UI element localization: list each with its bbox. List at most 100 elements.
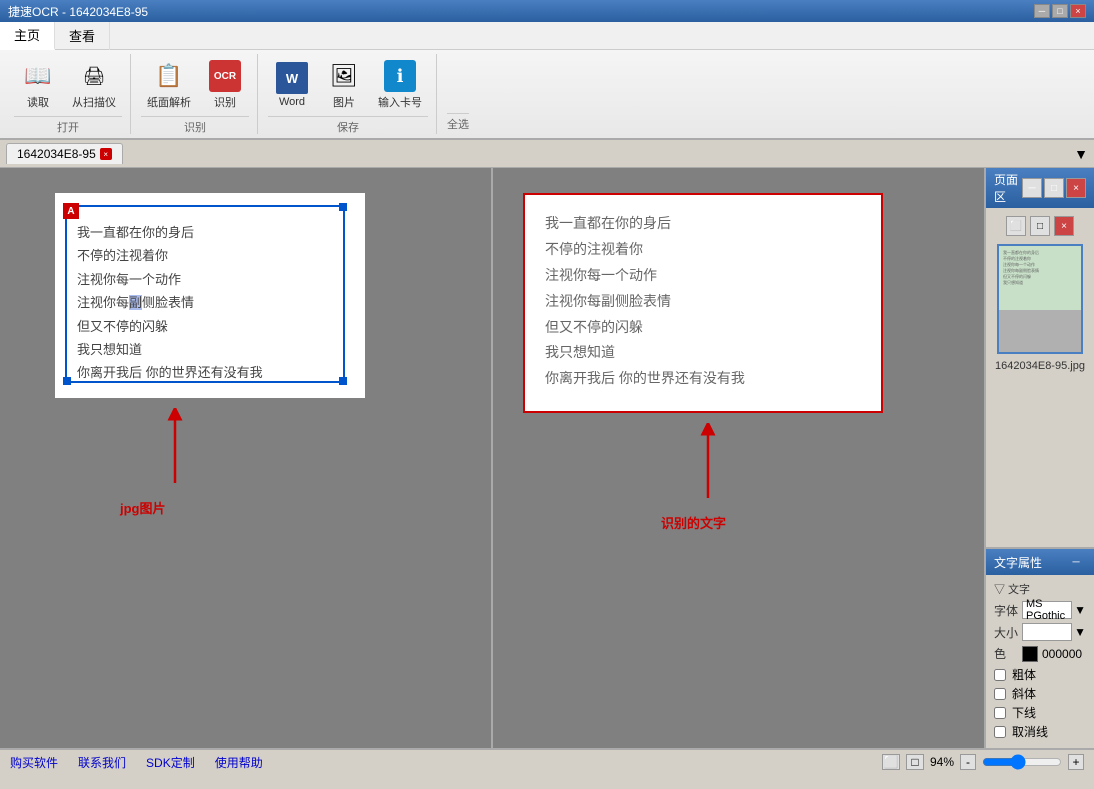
side-panel: 页面区 ─ □ × ⬜ □ × 我一直都在你的身后 <box>984 168 1094 748</box>
card-icon: ℹ <box>384 60 416 92</box>
page-thumbnail[interactable]: 我一直都在你的身后 不停的注视着你 注视你每一个动作 注视你每副侧脸表情 但又不… <box>997 244 1083 354</box>
strikethrough-label: 取消线 <box>1012 723 1048 740</box>
image-button[interactable]: 🖼 图片 <box>320 56 368 114</box>
ocr-icon: OCR <box>209 60 241 92</box>
strikethrough-checkbox[interactable] <box>994 726 1006 738</box>
scan-button[interactable]: 🖨 从扫描仪 <box>66 56 122 114</box>
toolbar-group-selectall: 全选 <box>439 54 477 134</box>
page-tool-2[interactable]: □ <box>1030 216 1050 236</box>
status-bar: 购买软件 联系我们 SDK定制 使用帮助 ⬜ □ 94% - + <box>0 748 1094 774</box>
title-bar: 捷速OCR - 1642034E8-95 ─ □ × <box>0 0 1094 22</box>
page-area-title: 页面区 <box>994 171 1022 205</box>
page-area-header: 页面区 ─ □ × <box>986 168 1094 208</box>
strikethrough-row: 取消线 <box>994 723 1086 740</box>
text-attr-minimize[interactable]: ─ <box>1066 552 1086 572</box>
menu-bar: 主页 查看 <box>0 22 1094 50</box>
color-value: 000000 <box>1042 647 1082 661</box>
color-row: 色 000000 <box>994 645 1086 662</box>
text-attr-panel: 文字属性 ─ ▽ 文字 字体 MS PGothic ▼ 大小 ▼ <box>986 547 1094 748</box>
page-area-minimize[interactable]: ─ <box>1022 178 1042 198</box>
ocr-button[interactable]: OCR 识别 <box>201 56 249 114</box>
color-swatch[interactable] <box>1022 646 1038 662</box>
size-row: 大小 ▼ <box>994 623 1086 641</box>
underline-label: 下线 <box>1012 704 1036 721</box>
toolbar: 📖 读取 🖨 从扫描仪 打开 📋 纸面解析 OCR 识别 识别 <box>0 50 1094 140</box>
bold-row: 粗体 <box>994 666 1086 683</box>
menu-tab-home[interactable]: 主页 <box>0 22 55 50</box>
window-controls: ─ □ × <box>1034 4 1086 18</box>
underline-checkbox[interactable] <box>994 707 1006 719</box>
tab-name: 1642034E8-95 <box>17 147 96 161</box>
page-area: 页面区 ─ □ × ⬜ □ × 我一直都在你的身后 <box>986 168 1094 547</box>
image-text: 我一直都在你的身后 不停的注视着你 注视你每一个动作 注视你每副侧脸表情 但又不… <box>77 221 263 385</box>
open-group-label: 打开 <box>14 116 122 135</box>
close-button[interactable]: × <box>1070 4 1086 18</box>
zoom-minus-button[interactable]: - <box>960 754 976 770</box>
toolbar-group-open: 📖 读取 🖨 从扫描仪 打开 <box>6 54 131 134</box>
word-button[interactable]: W Word <box>268 58 316 112</box>
size-dropdown-arrow[interactable]: ▼ <box>1074 625 1086 639</box>
read-icon: 📖 <box>22 60 54 92</box>
document-tab[interactable]: 1642034E8-95 × <box>6 143 123 164</box>
image-canvas: A 我一直都在你的身后 不停的注视着你 注视你每一个动作 注视你每副侧脸表情 但… <box>55 193 365 398</box>
thumbnail-label: 1642034E8-95.jpg <box>995 360 1085 372</box>
layout-icon: 📋 <box>153 60 185 92</box>
card-button[interactable]: ℹ 输入卡号 <box>372 56 428 114</box>
save-buttons: W Word 🖼 图片 ℹ 输入卡号 <box>268 56 428 114</box>
page-area-toolbar: ⬜ □ × <box>1006 216 1074 236</box>
italic-row: 斜体 <box>994 685 1086 702</box>
page-area-restore[interactable]: □ <box>1044 178 1064 198</box>
help-link[interactable]: 使用帮助 <box>215 754 263 771</box>
bold-label: 粗体 <box>1012 666 1036 683</box>
size-value[interactable] <box>1022 623 1072 641</box>
fit-button[interactable]: ⬜ <box>882 754 900 770</box>
contact-link[interactable]: 联系我们 <box>78 754 126 771</box>
italic-checkbox[interactable] <box>994 688 1006 700</box>
selectall-group-label: 全选 <box>447 113 469 132</box>
color-label: 色 <box>994 645 1022 662</box>
tab-bar-dropdown[interactable]: ▼ <box>1074 146 1088 162</box>
text-attr-content: ▽ 文字 字体 MS PGothic ▼ 大小 ▼ 色 00 <box>986 575 1094 748</box>
text-attr-header: 文字属性 ─ <box>986 549 1094 575</box>
a-marker: A <box>63 203 79 219</box>
text-panel: 我一直都在你的身后 不停的注视着你 注视你每一个动作 注视你每副侧脸表情 但又不… <box>493 168 984 748</box>
word-label: Word <box>279 96 305 108</box>
actual-button[interactable]: □ <box>906 754 924 770</box>
font-value[interactable]: MS PGothic <box>1022 601 1072 619</box>
layout-label: 纸面解析 <box>147 94 191 110</box>
text-section-label: ▽ 文字 <box>994 581 1086 597</box>
zoom-plus-button[interactable]: + <box>1068 754 1084 770</box>
handle-br[interactable] <box>339 377 347 385</box>
minimize-button[interactable]: ─ <box>1034 4 1050 18</box>
buy-link[interactable]: 购买软件 <box>10 754 58 771</box>
page-tool-1[interactable]: ⬜ <box>1006 216 1026 236</box>
layout-button[interactable]: 📋 纸面解析 <box>141 56 197 114</box>
zoom-level: 94% <box>930 755 954 769</box>
page-tool-delete[interactable]: × <box>1054 216 1074 236</box>
app-title: 捷速OCR - 1642034E8-95 <box>8 3 148 20</box>
read-button[interactable]: 📖 读取 <box>14 56 62 114</box>
text-attr-title: 文字属性 <box>994 554 1042 571</box>
left-annotation-label: jpg图片 <box>120 498 166 517</box>
font-label: 字体 <box>994 602 1022 619</box>
page-area-close[interactable]: × <box>1066 178 1086 198</box>
right-arrow-svg <box>688 423 728 503</box>
toolbar-group-save: W Word 🖼 图片 ℹ 输入卡号 保存 <box>260 54 437 134</box>
font-row: 字体 MS PGothic ▼ <box>994 601 1086 619</box>
identify-buttons: 📋 纸面解析 OCR 识别 <box>141 56 249 114</box>
status-right: ⬜ □ 94% - + <box>882 754 1084 770</box>
bold-checkbox[interactable] <box>994 669 1006 681</box>
maximize-button[interactable]: □ <box>1052 4 1068 18</box>
underline-row: 下线 <box>994 704 1086 721</box>
tab-close-button[interactable]: × <box>100 148 112 160</box>
tab-bar: 1642034E8-95 × ▼ <box>0 140 1094 168</box>
handle-tr[interactable] <box>339 203 347 211</box>
font-dropdown-arrow[interactable]: ▼ <box>1074 603 1086 617</box>
text-canvas[interactable]: 我一直都在你的身后 不停的注视着你 注视你每一个动作 注视你每副侧脸表情 但又不… <box>523 193 883 413</box>
zoom-slider[interactable] <box>982 754 1062 770</box>
card-label: 输入卡号 <box>378 94 422 110</box>
menu-tab-view[interactable]: 查看 <box>55 22 110 50</box>
sdk-link[interactable]: SDK定制 <box>146 754 195 771</box>
handle-bl[interactable] <box>63 377 71 385</box>
image-icon: 🖼 <box>328 60 360 92</box>
